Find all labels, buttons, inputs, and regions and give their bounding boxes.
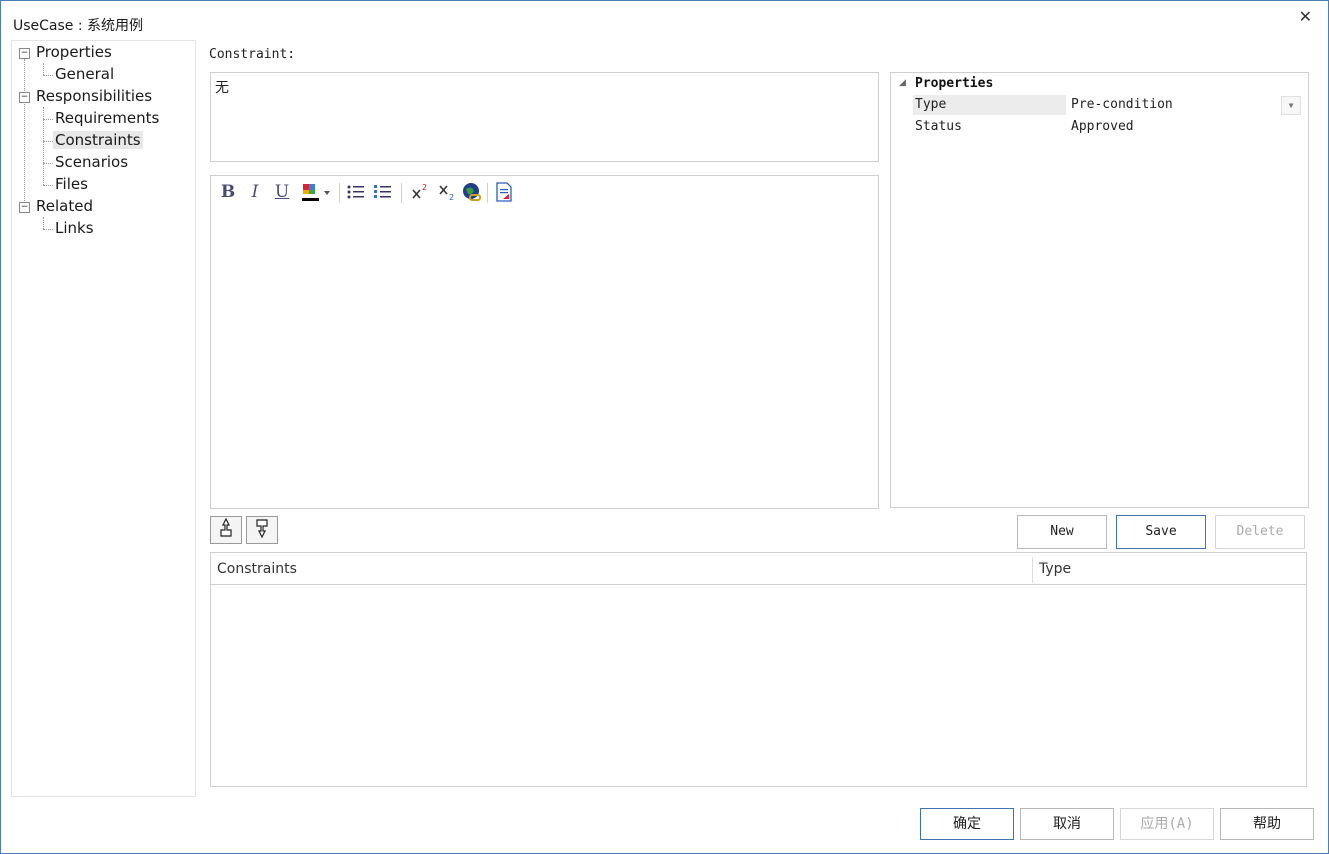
tree-line: [24, 59, 25, 213]
dropdown-arrow-icon[interactable]: ▼: [1281, 96, 1301, 115]
constraints-list[interactable]: Constraints Type: [210, 552, 1307, 787]
column-header-type[interactable]: Type: [1039, 561, 1071, 577]
document-icon[interactable]: [493, 180, 515, 204]
tree-line: [43, 163, 53, 164]
tree-item-requirements[interactable]: Requirements: [55, 109, 159, 127]
toolbar-separator: [339, 183, 340, 203]
property-key: Type: [915, 97, 947, 112]
toolbar-separator: [401, 183, 402, 203]
underline-button[interactable]: U: [271, 180, 293, 204]
collapse-icon[interactable]: −: [19, 202, 30, 213]
tree-line: [43, 217, 44, 229]
bulleted-list-icon[interactable]: [345, 180, 367, 204]
help-button[interactable]: 帮助: [1220, 808, 1314, 840]
tree-item-links[interactable]: Links: [55, 219, 94, 237]
new-button[interactable]: New: [1017, 515, 1107, 549]
numbered-list-icon[interactable]: [372, 180, 394, 204]
constraint-name-value: 无: [215, 80, 229, 96]
tree-line: [43, 75, 53, 76]
subscript-icon[interactable]: 2: [436, 180, 458, 204]
tree-line: [43, 63, 44, 75]
tree-item-related[interactable]: Related: [36, 197, 93, 215]
italic-button[interactable]: I: [244, 180, 266, 204]
ok-button[interactable]: 确定: [920, 808, 1014, 840]
list-header: Constraints Type: [211, 553, 1306, 585]
svg-text:2: 2: [449, 193, 454, 202]
tree-line: [43, 185, 53, 186]
column-header-constraints[interactable]: Constraints: [217, 561, 297, 577]
constraint-name-field[interactable]: 无: [210, 72, 879, 162]
property-row-type[interactable]: Type Pre-condition ▼: [913, 95, 1303, 115]
dialog-window: UseCase : 系统用例 ✕ − Properties General − …: [0, 0, 1329, 854]
apply-button[interactable]: 应用(A): [1120, 808, 1214, 840]
collapse-icon[interactable]: −: [19, 48, 30, 59]
delete-button[interactable]: Delete: [1215, 515, 1305, 549]
move-down-icon[interactable]: [246, 516, 278, 544]
property-value[interactable]: Approved: [1071, 119, 1134, 134]
superscript-icon[interactable]: 2: [409, 180, 431, 204]
properties-header: Properties: [915, 76, 994, 91]
tree-line: [43, 141, 53, 142]
tree-item-constraints[interactable]: Constraints: [53, 131, 143, 149]
bold-button[interactable]: B: [217, 180, 239, 204]
svg-text:2: 2: [422, 183, 427, 192]
notes-editor[interactable]: B I U 2 2: [210, 175, 879, 509]
cancel-button[interactable]: 取消: [1020, 808, 1114, 840]
tree-item-general[interactable]: General: [55, 65, 114, 83]
tree-item-responsibilities[interactable]: Responsibilities: [36, 87, 152, 105]
font-color-icon[interactable]: [299, 180, 333, 204]
column-separator[interactable]: [1032, 557, 1033, 583]
property-row-status[interactable]: Status Approved: [913, 117, 1303, 137]
properties-panel: ◢ Properties Type Pre-condition ▼ Status…: [890, 72, 1309, 508]
hyperlink-globe-icon[interactable]: [461, 180, 483, 204]
save-button[interactable]: Save: [1116, 515, 1206, 549]
collapse-triangle-icon[interactable]: ◢: [899, 78, 906, 88]
close-icon[interactable]: ✕: [1299, 7, 1312, 26]
tree-line: [43, 119, 53, 120]
constraint-label: Constraint:: [209, 47, 296, 62]
tree-item-scenarios[interactable]: Scenarios: [55, 153, 128, 171]
navigation-tree: − Properties General − Responsibilities …: [11, 40, 196, 797]
tree-line: [43, 229, 53, 230]
property-value[interactable]: Pre-condition: [1071, 97, 1173, 112]
collapse-icon[interactable]: −: [19, 92, 30, 103]
move-up-icon[interactable]: [210, 516, 242, 544]
tree-item-properties[interactable]: Properties: [36, 43, 112, 61]
toolbar-separator: [487, 183, 488, 203]
tree-item-files[interactable]: Files: [55, 175, 88, 193]
window-title: UseCase : 系统用例: [13, 18, 144, 34]
property-key: Status: [915, 119, 962, 134]
